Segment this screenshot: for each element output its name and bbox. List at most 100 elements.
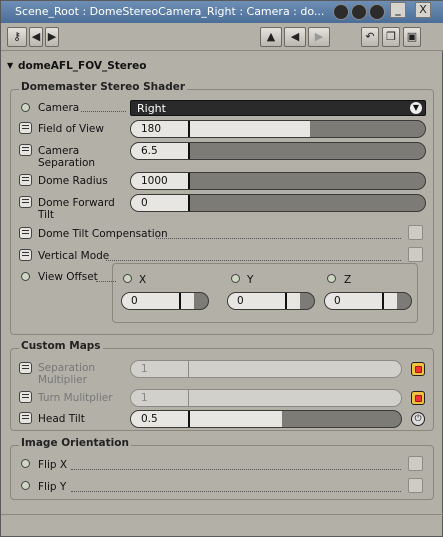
tilt-comp-checkbox[interactable] xyxy=(408,225,423,240)
save-icon[interactable]: ▣ xyxy=(403,27,421,47)
turn-mult-anim-icon[interactable] xyxy=(19,391,32,403)
up-icon[interactable]: ▲ xyxy=(260,27,282,47)
separation-slider-fill xyxy=(131,143,190,159)
camera-icon[interactable] xyxy=(351,4,367,20)
forward-icon[interactable]: ▶ xyxy=(308,27,330,47)
connect-map-icon[interactable] xyxy=(411,391,425,405)
vertical-mode-label: Vertical Mode xyxy=(38,250,110,262)
orientation-title: Image Orientation xyxy=(19,437,131,449)
separation-row: Camera Separation 6.5 xyxy=(11,141,435,171)
back-icon[interactable]: ◀ xyxy=(284,27,306,47)
separation-slider[interactable]: 6.5 xyxy=(130,142,426,160)
revert-icon[interactable]: ↶ xyxy=(361,27,379,47)
camera-anim-dot[interactable] xyxy=(21,103,30,112)
lock-icon[interactable]: ⚷ xyxy=(7,27,27,47)
chevron-down-icon[interactable]: ▼ xyxy=(410,102,422,114)
property-page-header[interactable]: ▼ domeAFL_FOV_Stereo xyxy=(1,57,443,75)
camera-value: Right xyxy=(137,102,166,115)
view-offset-panel: X 0 Y 0 Z 0 xyxy=(112,263,418,323)
flip-x-checkbox[interactable] xyxy=(408,456,423,471)
scene-icon[interactable] xyxy=(333,4,349,20)
vertical-mode-checkbox[interactable] xyxy=(408,247,423,262)
tilt-comp-row: Dome Tilt Compensation xyxy=(11,224,435,244)
sep-mult-slider[interactable]: 1 xyxy=(130,360,402,378)
camera-label: Camera xyxy=(38,102,80,114)
slider-divider xyxy=(382,293,384,309)
flip-y-row: Flip Y xyxy=(11,477,435,497)
vertical-mode-anim-icon[interactable] xyxy=(19,249,32,261)
leader-dots xyxy=(71,469,401,470)
y-label: Y xyxy=(247,274,254,286)
separation-value: 6.5 xyxy=(141,145,158,157)
flip-y-checkbox[interactable] xyxy=(408,478,423,493)
separation-anim-icon[interactable] xyxy=(19,144,32,156)
slider-divider xyxy=(188,143,190,159)
head-tilt-row: Head Tilt 0.5 ⏻ xyxy=(11,409,435,429)
head-tilt-anim-icon[interactable] xyxy=(19,412,32,424)
tilt-comp-anim-icon[interactable] xyxy=(19,227,32,239)
dome-radius-label: Dome Radius xyxy=(38,175,108,187)
dome-radius-value: 1000 xyxy=(141,175,168,187)
flip-y-anim-dot[interactable] xyxy=(21,481,30,490)
dome-tilt-anim-icon[interactable] xyxy=(19,196,32,208)
fov-slider[interactable]: 180 xyxy=(130,120,426,138)
fov-label: Field of View xyxy=(38,123,104,135)
help-icon[interactable] xyxy=(369,4,385,20)
x-offset-field[interactable]: 0 xyxy=(121,292,209,310)
turn-mult-row: Turn Mulitplier 1 xyxy=(11,388,435,408)
x-label: X xyxy=(139,274,147,286)
connect-map-icon[interactable] xyxy=(411,362,425,376)
z-offset-field[interactable]: 0 xyxy=(324,292,412,310)
nav-left-button[interactable]: ◀ xyxy=(29,27,43,47)
turn-mult-value: 1 xyxy=(141,392,148,404)
z-anim-dot[interactable] xyxy=(327,274,336,283)
slider-divider xyxy=(188,390,189,406)
camera-row: Camera Right ▼ xyxy=(11,99,435,119)
camera-dropdown[interactable]: Right ▼ xyxy=(130,100,426,116)
leader-dots xyxy=(106,260,401,261)
property-editor-window: Scene_Root : DomeStereoCamera_Right : Ca… xyxy=(0,0,443,537)
slider-divider xyxy=(188,121,190,137)
custom-maps-group: Custom Maps Separation Multiplier 1 Turn … xyxy=(10,340,435,431)
slider-divider xyxy=(188,361,189,377)
plug-icon[interactable]: ⏻ xyxy=(411,412,425,426)
sep-mult-row: Separation Multiplier 1 xyxy=(11,359,435,387)
copy-icon[interactable]: ❐ xyxy=(382,27,400,47)
sep-mult-anim-icon[interactable] xyxy=(19,362,32,374)
sep-mult-fill xyxy=(131,361,401,377)
close-button[interactable]: X xyxy=(415,2,431,18)
fov-row: Field of View 180 xyxy=(11,119,435,139)
turn-mult-slider[interactable]: 1 xyxy=(130,389,402,407)
flip-x-row: Flip X xyxy=(11,455,435,475)
z-label: Z xyxy=(344,274,352,286)
view-offset-anim-dot[interactable] xyxy=(21,272,30,281)
property-page-title: domeAFL_FOV_Stereo xyxy=(18,60,147,72)
nav-right-button[interactable]: ▶ xyxy=(45,27,59,47)
collapse-arrow-icon[interactable]: ▼ xyxy=(7,61,13,70)
dome-radius-slider[interactable]: 1000 xyxy=(130,172,426,190)
x-anim-dot[interactable] xyxy=(123,274,132,283)
dome-tilt-value: 0 xyxy=(141,197,148,209)
fov-anim-icon[interactable] xyxy=(19,122,32,134)
head-tilt-slider[interactable]: 0.5 xyxy=(130,410,402,428)
toolbar: ⚷ ◀ ▶ ▲ ◀ ▶ ↶ ❐ ▣ xyxy=(1,23,443,51)
y-anim-dot[interactable] xyxy=(231,274,240,283)
dome-radius-anim-icon[interactable] xyxy=(19,174,32,186)
view-offset-label: View Offset xyxy=(38,271,98,283)
fov-value: 180 xyxy=(141,123,162,135)
flip-x-anim-dot[interactable] xyxy=(21,459,30,468)
divider xyxy=(1,514,443,515)
flip-y-label: Flip Y xyxy=(38,481,67,493)
y-offset-field[interactable]: 0 xyxy=(227,292,315,310)
orientation-group: Image Orientation Flip X Flip Y xyxy=(10,437,435,500)
slider-divider xyxy=(188,173,190,189)
sep-mult-label: Separation Multiplier xyxy=(38,362,96,386)
dome-tilt-slider[interactable]: 0 xyxy=(130,194,426,212)
title-bar[interactable]: Scene_Root : DomeStereoCamera_Right : Ca… xyxy=(1,1,443,23)
custom-maps-title: Custom Maps xyxy=(19,340,103,352)
x-offset-value: 0 xyxy=(131,295,138,307)
minimize-button[interactable]: _ xyxy=(390,2,406,18)
turn-mult-fill xyxy=(131,390,401,406)
turn-mult-label: Turn Mulitplier xyxy=(38,392,113,404)
leader-dots xyxy=(81,111,126,112)
